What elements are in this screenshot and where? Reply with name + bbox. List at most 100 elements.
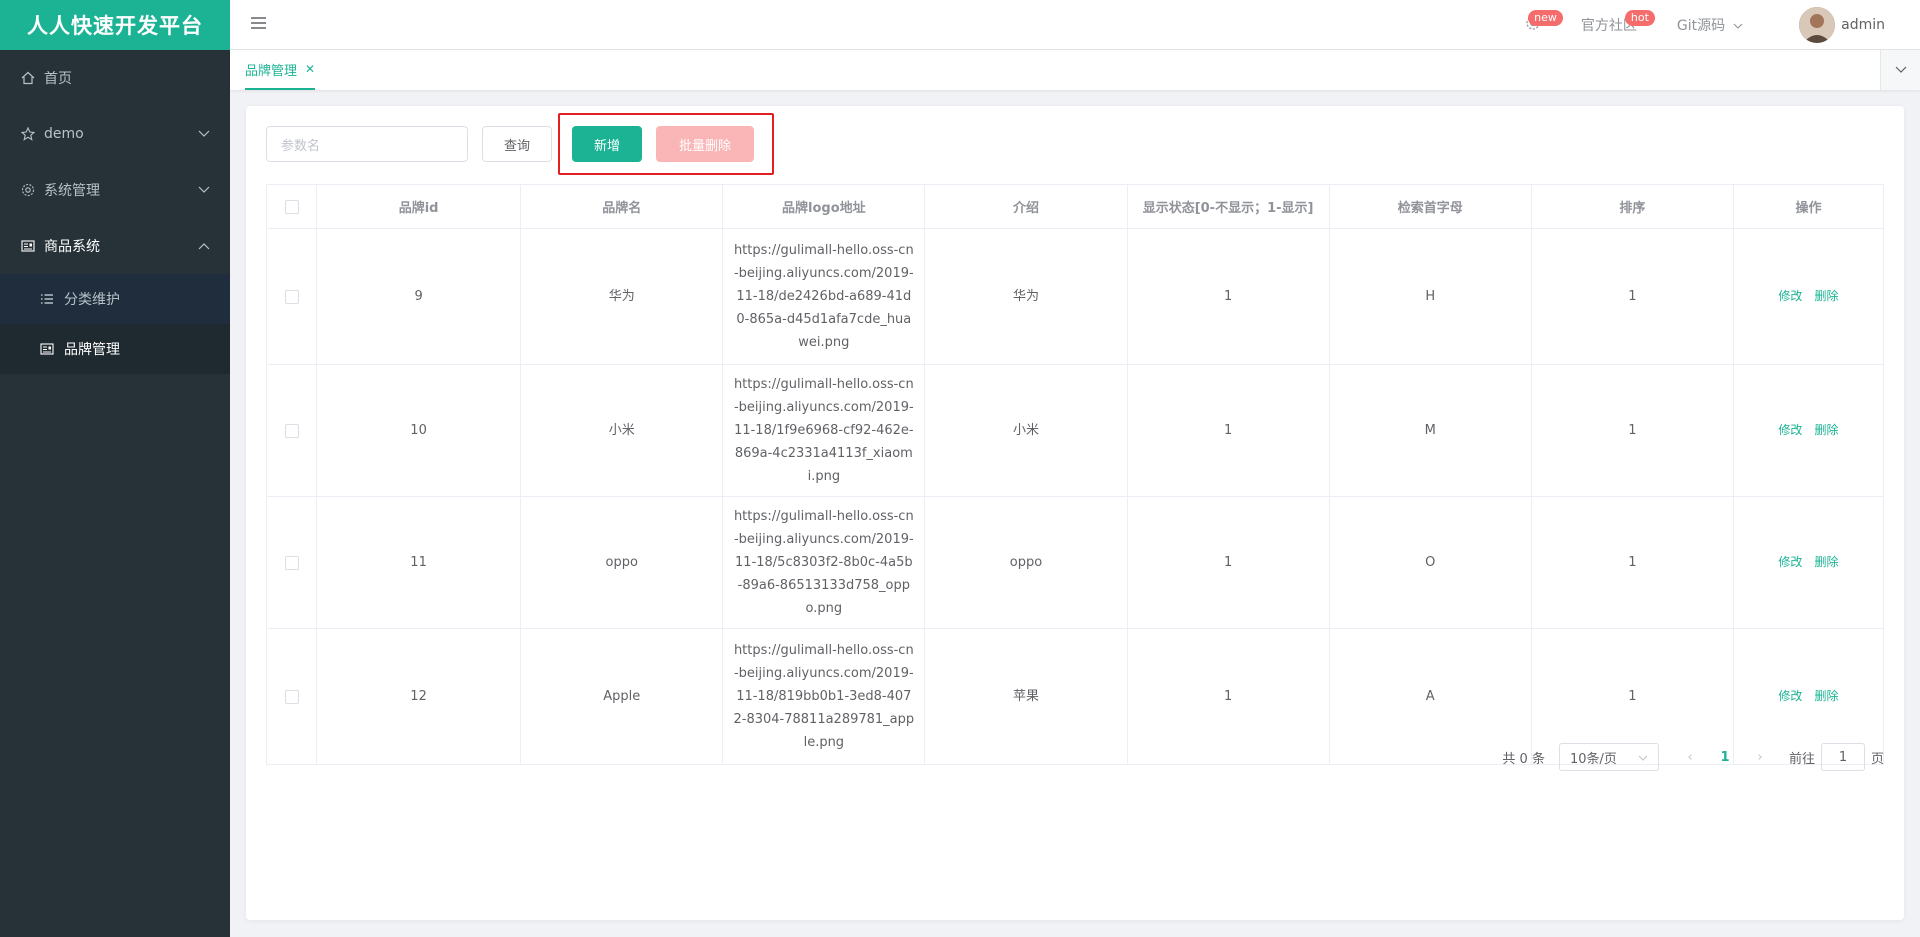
goto-page-input[interactable]: 1 [1820, 743, 1865, 771]
cell-brand-name: 小米 [520, 364, 724, 497]
edit-link[interactable]: 修改 [1778, 423, 1802, 437]
cell-brand-id: 12 [316, 628, 522, 765]
cell-show-status: 1 [1126, 364, 1330, 497]
community-link[interactable]: 官方社区 hot [1565, 0, 1655, 50]
row-checkbox[interactable] [265, 496, 318, 629]
cell-description: 小米 [924, 364, 1128, 497]
row-checkbox[interactable] [265, 364, 318, 497]
new-badge: new [1528, 10, 1563, 26]
cell-logo-url: https://gulimall-hello.oss-cn-beijing.al… [722, 496, 926, 629]
sidebar-item-home[interactable]: 首页 [0, 50, 230, 106]
cell-description: oppo [924, 496, 1128, 629]
cell-first-letter: H [1328, 228, 1532, 365]
table-row: 9 华为 https://gulimall-hello.oss-cn-beiji… [265, 228, 1885, 365]
search-input[interactable]: 参数名 [266, 126, 468, 162]
git-source-dropdown[interactable]: Git源码 [1661, 0, 1759, 50]
delete-link[interactable]: 删除 [1814, 555, 1838, 569]
sidebar-item-label: 分类维护 [64, 292, 120, 308]
user-menu[interactable]: admin [1783, 0, 1920, 50]
tab-brand-management[interactable]: 品牌管理 ✕ [245, 50, 316, 90]
cell-first-letter: O [1328, 496, 1532, 629]
row-checkbox[interactable] [265, 628, 318, 765]
current-page[interactable]: 1 [1705, 750, 1745, 765]
goto-prefix: 前往 [1788, 751, 1815, 767]
cell-sort: 1 [1530, 228, 1734, 365]
cell-logo-url: https://gulimall-hello.oss-cn-beijing.al… [722, 628, 926, 765]
total-count: 共 0 条 [1502, 751, 1545, 767]
cell-actions: 修改 删除 [1732, 228, 1885, 365]
close-icon[interactable]: ✕ [305, 62, 315, 76]
cell-first-letter: M [1328, 364, 1532, 497]
sidebar-item-category[interactable]: 分类维护 [0, 274, 230, 324]
add-button[interactable]: 新增 [572, 126, 642, 162]
page-size-select[interactable]: 10条/页 [1558, 743, 1659, 771]
brand-table: 品牌id 品牌名 品牌logo地址 介绍 显示状态[0-不显示；1-显示] 检索… [265, 184, 1885, 765]
sidebar-item-label: demo [44, 126, 84, 142]
page-jumper: 前往 1 页 [1789, 743, 1884, 771]
settings-button[interactable]: new [1509, 0, 1563, 50]
cell-actions: 修改 删除 [1732, 496, 1885, 629]
prev-page-button[interactable]: ‹ [1675, 750, 1705, 765]
sidebar-item-demo[interactable]: demo [0, 106, 230, 162]
sidebar: 人人快速开发平台 首页 demo 系统管理 商品系统 分类维护 品牌管理 [0, 0, 230, 937]
cell-brand-id: 11 [316, 496, 522, 629]
delete-link[interactable]: 删除 [1814, 689, 1838, 703]
column-header: 品牌id [316, 184, 522, 229]
menu-toggle-icon[interactable] [250, 15, 270, 35]
cell-brand-name: 华为 [520, 228, 724, 365]
sidebar-item-label: 品牌管理 [64, 342, 120, 358]
git-label: Git源码 [1676, 18, 1726, 34]
next-page-button[interactable]: › [1745, 750, 1775, 765]
cell-brand-name: Apple [520, 628, 724, 765]
edit-link[interactable]: 修改 [1778, 289, 1802, 303]
edit-link[interactable]: 修改 [1778, 689, 1802, 703]
column-header: 排序 [1530, 184, 1734, 229]
select-all-checkbox[interactable] [265, 184, 318, 229]
delete-link[interactable]: 删除 [1814, 423, 1838, 437]
cell-show-status: 1 [1126, 228, 1330, 365]
user-name: admin [1841, 17, 1885, 33]
row-checkbox[interactable] [265, 228, 318, 365]
page-size-value: 10条/页 [1569, 751, 1617, 767]
batch-delete-button[interactable]: 批量删除 [656, 126, 754, 162]
cell-show-status: 1 [1126, 496, 1330, 629]
sidebar-item-label: 系统管理 [44, 183, 100, 199]
cell-logo-url: https://gulimall-hello.oss-cn-beijing.al… [722, 228, 926, 365]
product-submenu: 分类维护 品牌管理 [0, 274, 230, 374]
cell-sort: 1 [1530, 364, 1734, 497]
chevron-down-icon [1638, 750, 1648, 765]
sidebar-item-product[interactable]: 商品系统 [0, 218, 230, 274]
cell-logo-url: https://gulimall-hello.oss-cn-beijing.al… [722, 364, 926, 497]
brand-icon [40, 341, 56, 357]
avatar [1799, 7, 1836, 43]
chevron-down-icon [1895, 62, 1907, 78]
header-actions: new 官方社区 hot Git源码 admin [1509, 0, 1920, 50]
table-row: 10 小米 https://gulimall-hello.oss-cn-beij… [265, 364, 1885, 497]
chevron-down-icon [1733, 17, 1743, 33]
top-header: new 官方社区 hot Git源码 admin [230, 0, 1920, 50]
sidebar-item-brand[interactable]: 品牌管理 [0, 324, 230, 374]
cell-sort: 1 [1530, 496, 1734, 629]
delete-link[interactable]: 删除 [1814, 289, 1838, 303]
table-row: 11 oppo https://gulimall-hello.oss-cn-be… [265, 496, 1885, 629]
product-icon [20, 238, 36, 254]
query-button[interactable]: 查询 [482, 126, 552, 162]
column-header: 品牌名 [520, 184, 724, 229]
table-header-row: 品牌id 品牌名 品牌logo地址 介绍 显示状态[0-不显示；1-显示] 检索… [265, 184, 1885, 229]
cell-brand-name: oppo [520, 496, 724, 629]
sidebar-item-label: 商品系统 [44, 239, 100, 255]
sidebar-item-system[interactable]: 系统管理 [0, 162, 230, 218]
cell-brand-id: 9 [316, 228, 522, 365]
tab-label: 品牌管理 [245, 63, 298, 79]
tabs-menu-button[interactable] [1880, 50, 1920, 90]
cell-description: 苹果 [924, 628, 1128, 765]
sidebar-item-label: 首页 [44, 71, 72, 87]
tabs-bar: 品牌管理 ✕ [230, 50, 1920, 90]
column-header: 检索首字母 [1328, 184, 1532, 229]
column-header: 操作 [1732, 184, 1885, 229]
hot-badge: hot [1624, 10, 1655, 26]
edit-link[interactable]: 修改 [1778, 555, 1802, 569]
cell-first-letter: A [1328, 628, 1532, 765]
main-content: 参数名 查询 新增 批量删除 品牌id 品牌名 品牌logo地址 介绍 显示状态… [246, 106, 1904, 920]
column-header: 品牌logo地址 [722, 184, 926, 229]
